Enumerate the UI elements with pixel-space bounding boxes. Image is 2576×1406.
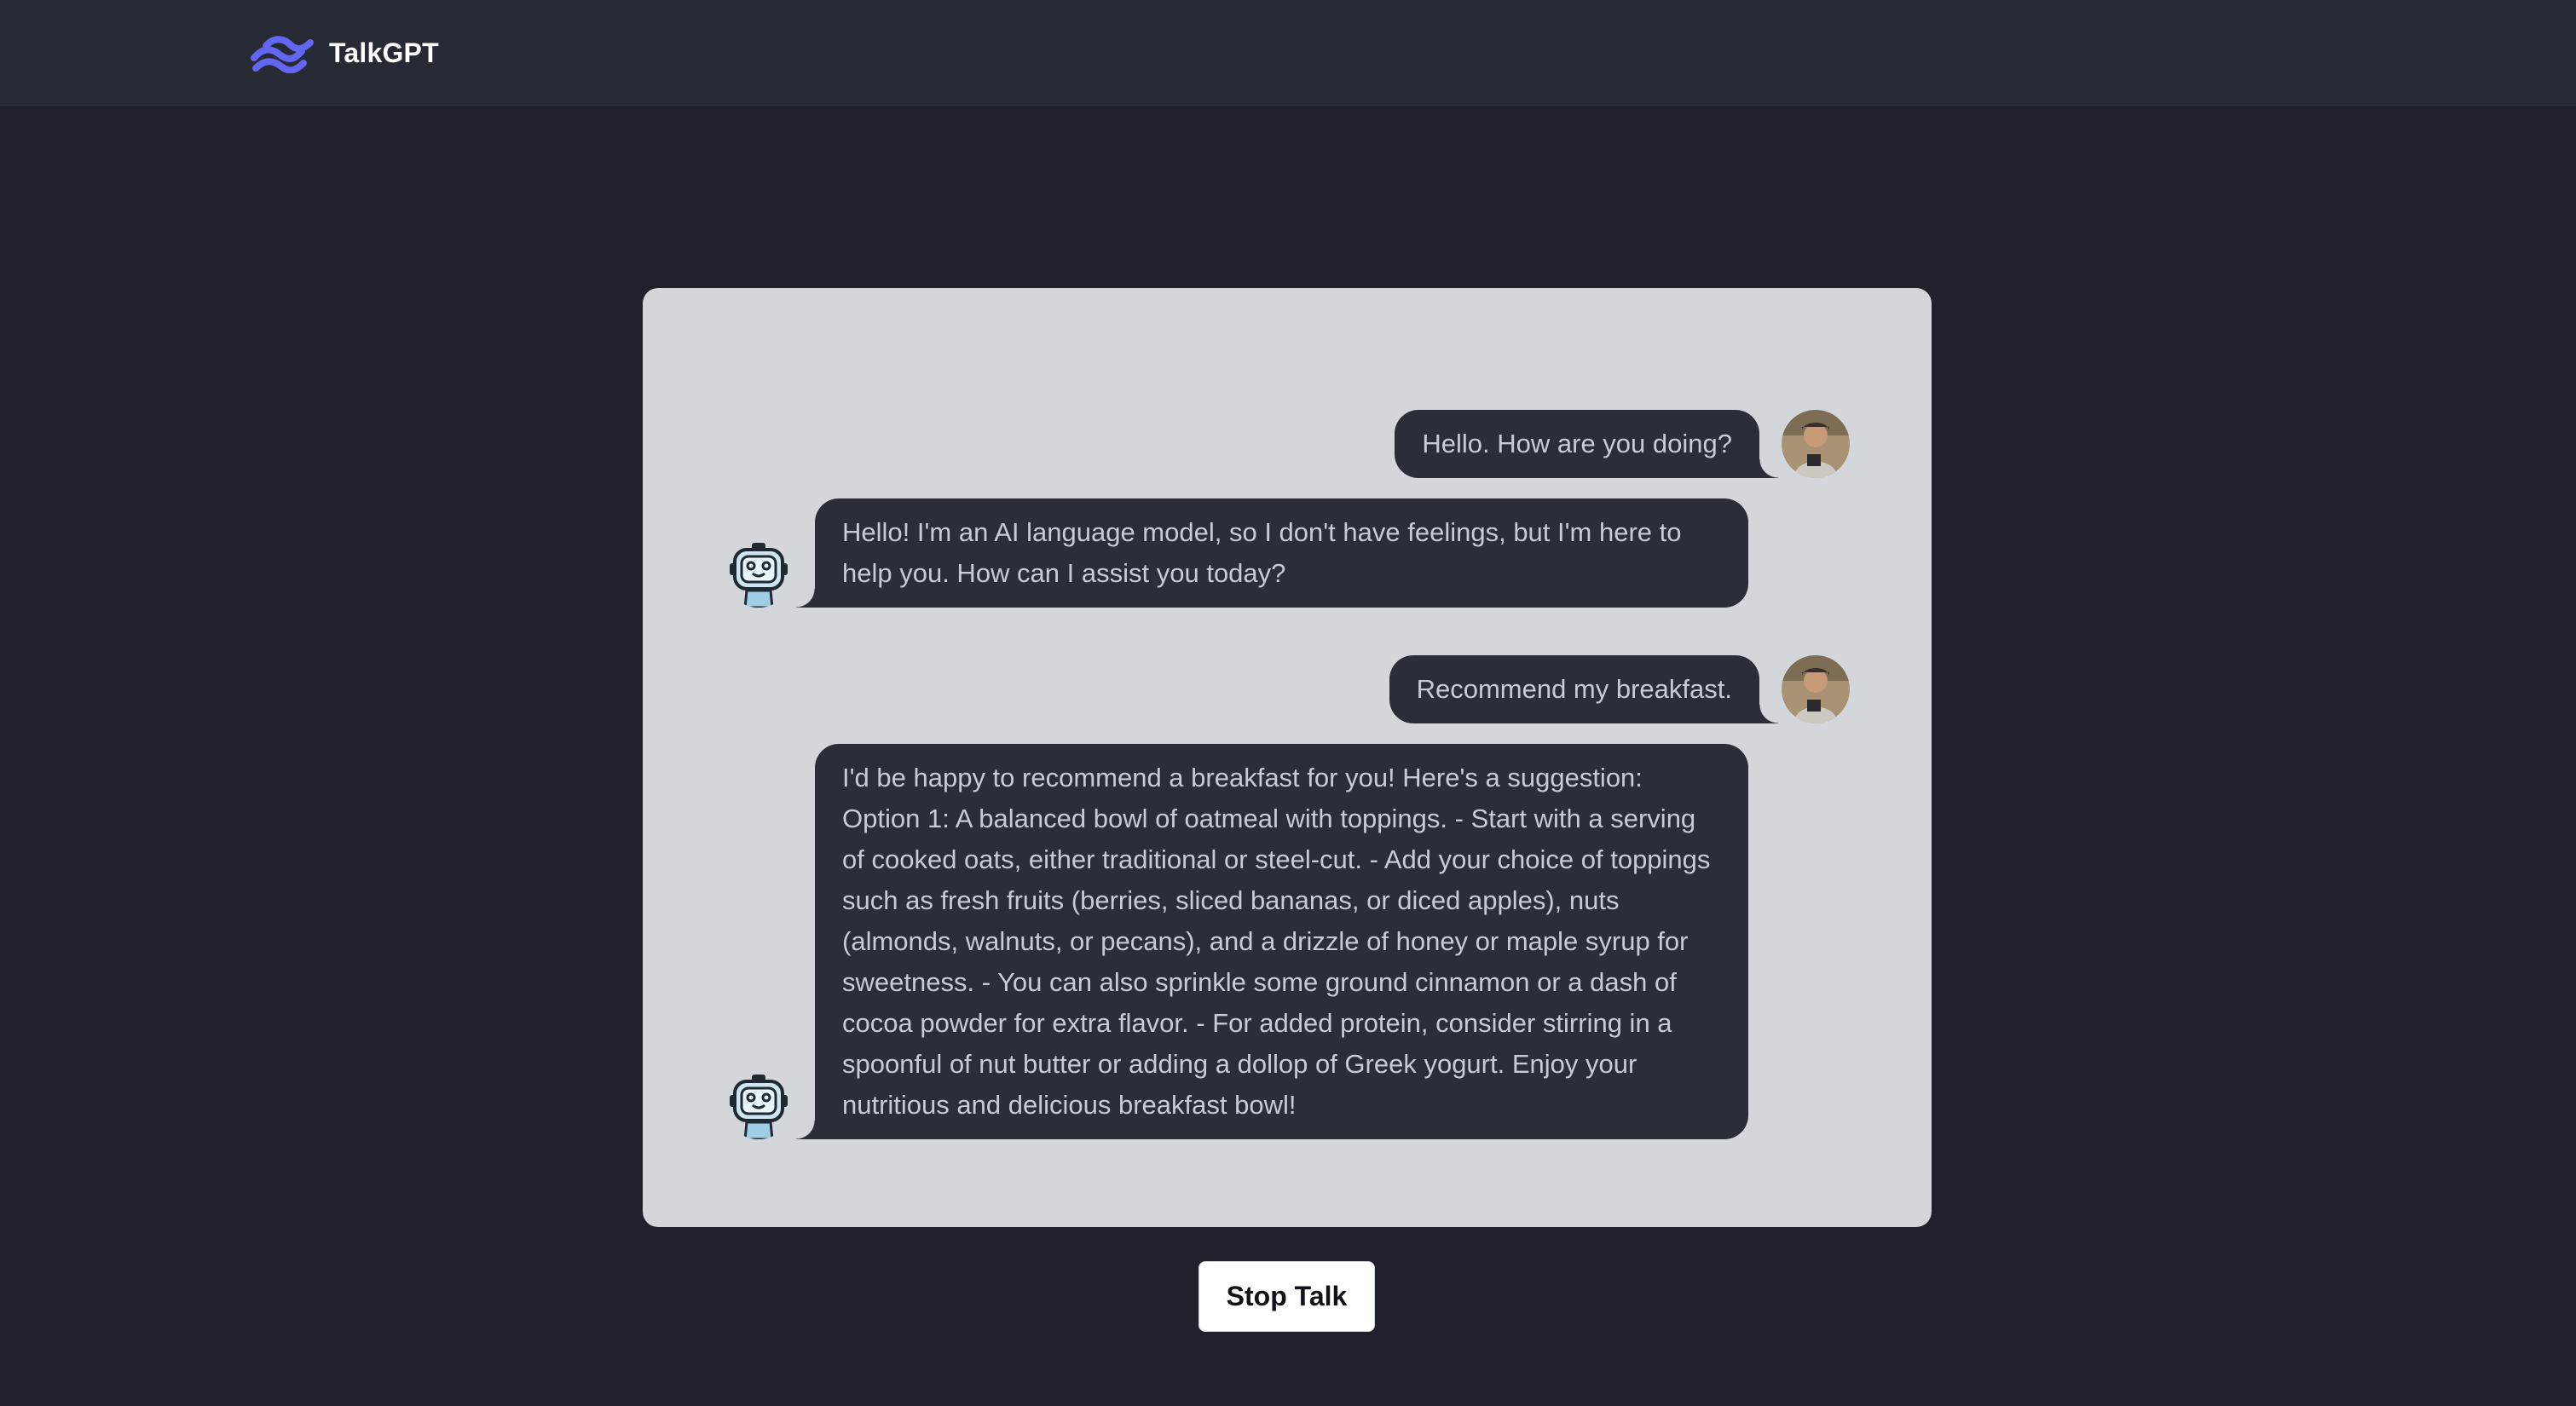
chat-message-user: Hello. How are you doing? — [1395, 410, 1850, 478]
user-avatar — [1782, 410, 1850, 478]
robot-avatar-icon — [725, 539, 793, 608]
user-message-bubble: Hello. How are you doing? — [1395, 410, 1778, 478]
user-message-bubble: Recommend my breakfast. — [1389, 655, 1779, 723]
stop-talk-button[interactable]: Stop Talk — [1198, 1261, 1375, 1332]
user-avatar — [1782, 655, 1850, 723]
chat-message-user: Recommend my breakfast. — [1389, 655, 1850, 723]
robot-avatar-icon — [725, 1071, 793, 1139]
chat-message-assistant: I'd be happy to recommend a breakfast fo… — [725, 744, 1748, 1139]
chat-panel: Hello. How are you doing? Hello! I'm an … — [643, 288, 1932, 1227]
wave-logo-icon — [251, 36, 314, 73]
app-name: TalkGPT — [329, 37, 439, 68]
chat-message-assistant: Hello! I'm an AI language model, so I do… — [725, 498, 1748, 608]
assistant-message-bubble: Hello! I'm an AI language model, so I do… — [796, 498, 1748, 608]
brand[interactable]: TalkGPT — [251, 29, 439, 77]
top-navbar: TalkGPT — [0, 0, 2576, 106]
assistant-message-bubble: I'd be happy to recommend a breakfast fo… — [796, 744, 1748, 1139]
